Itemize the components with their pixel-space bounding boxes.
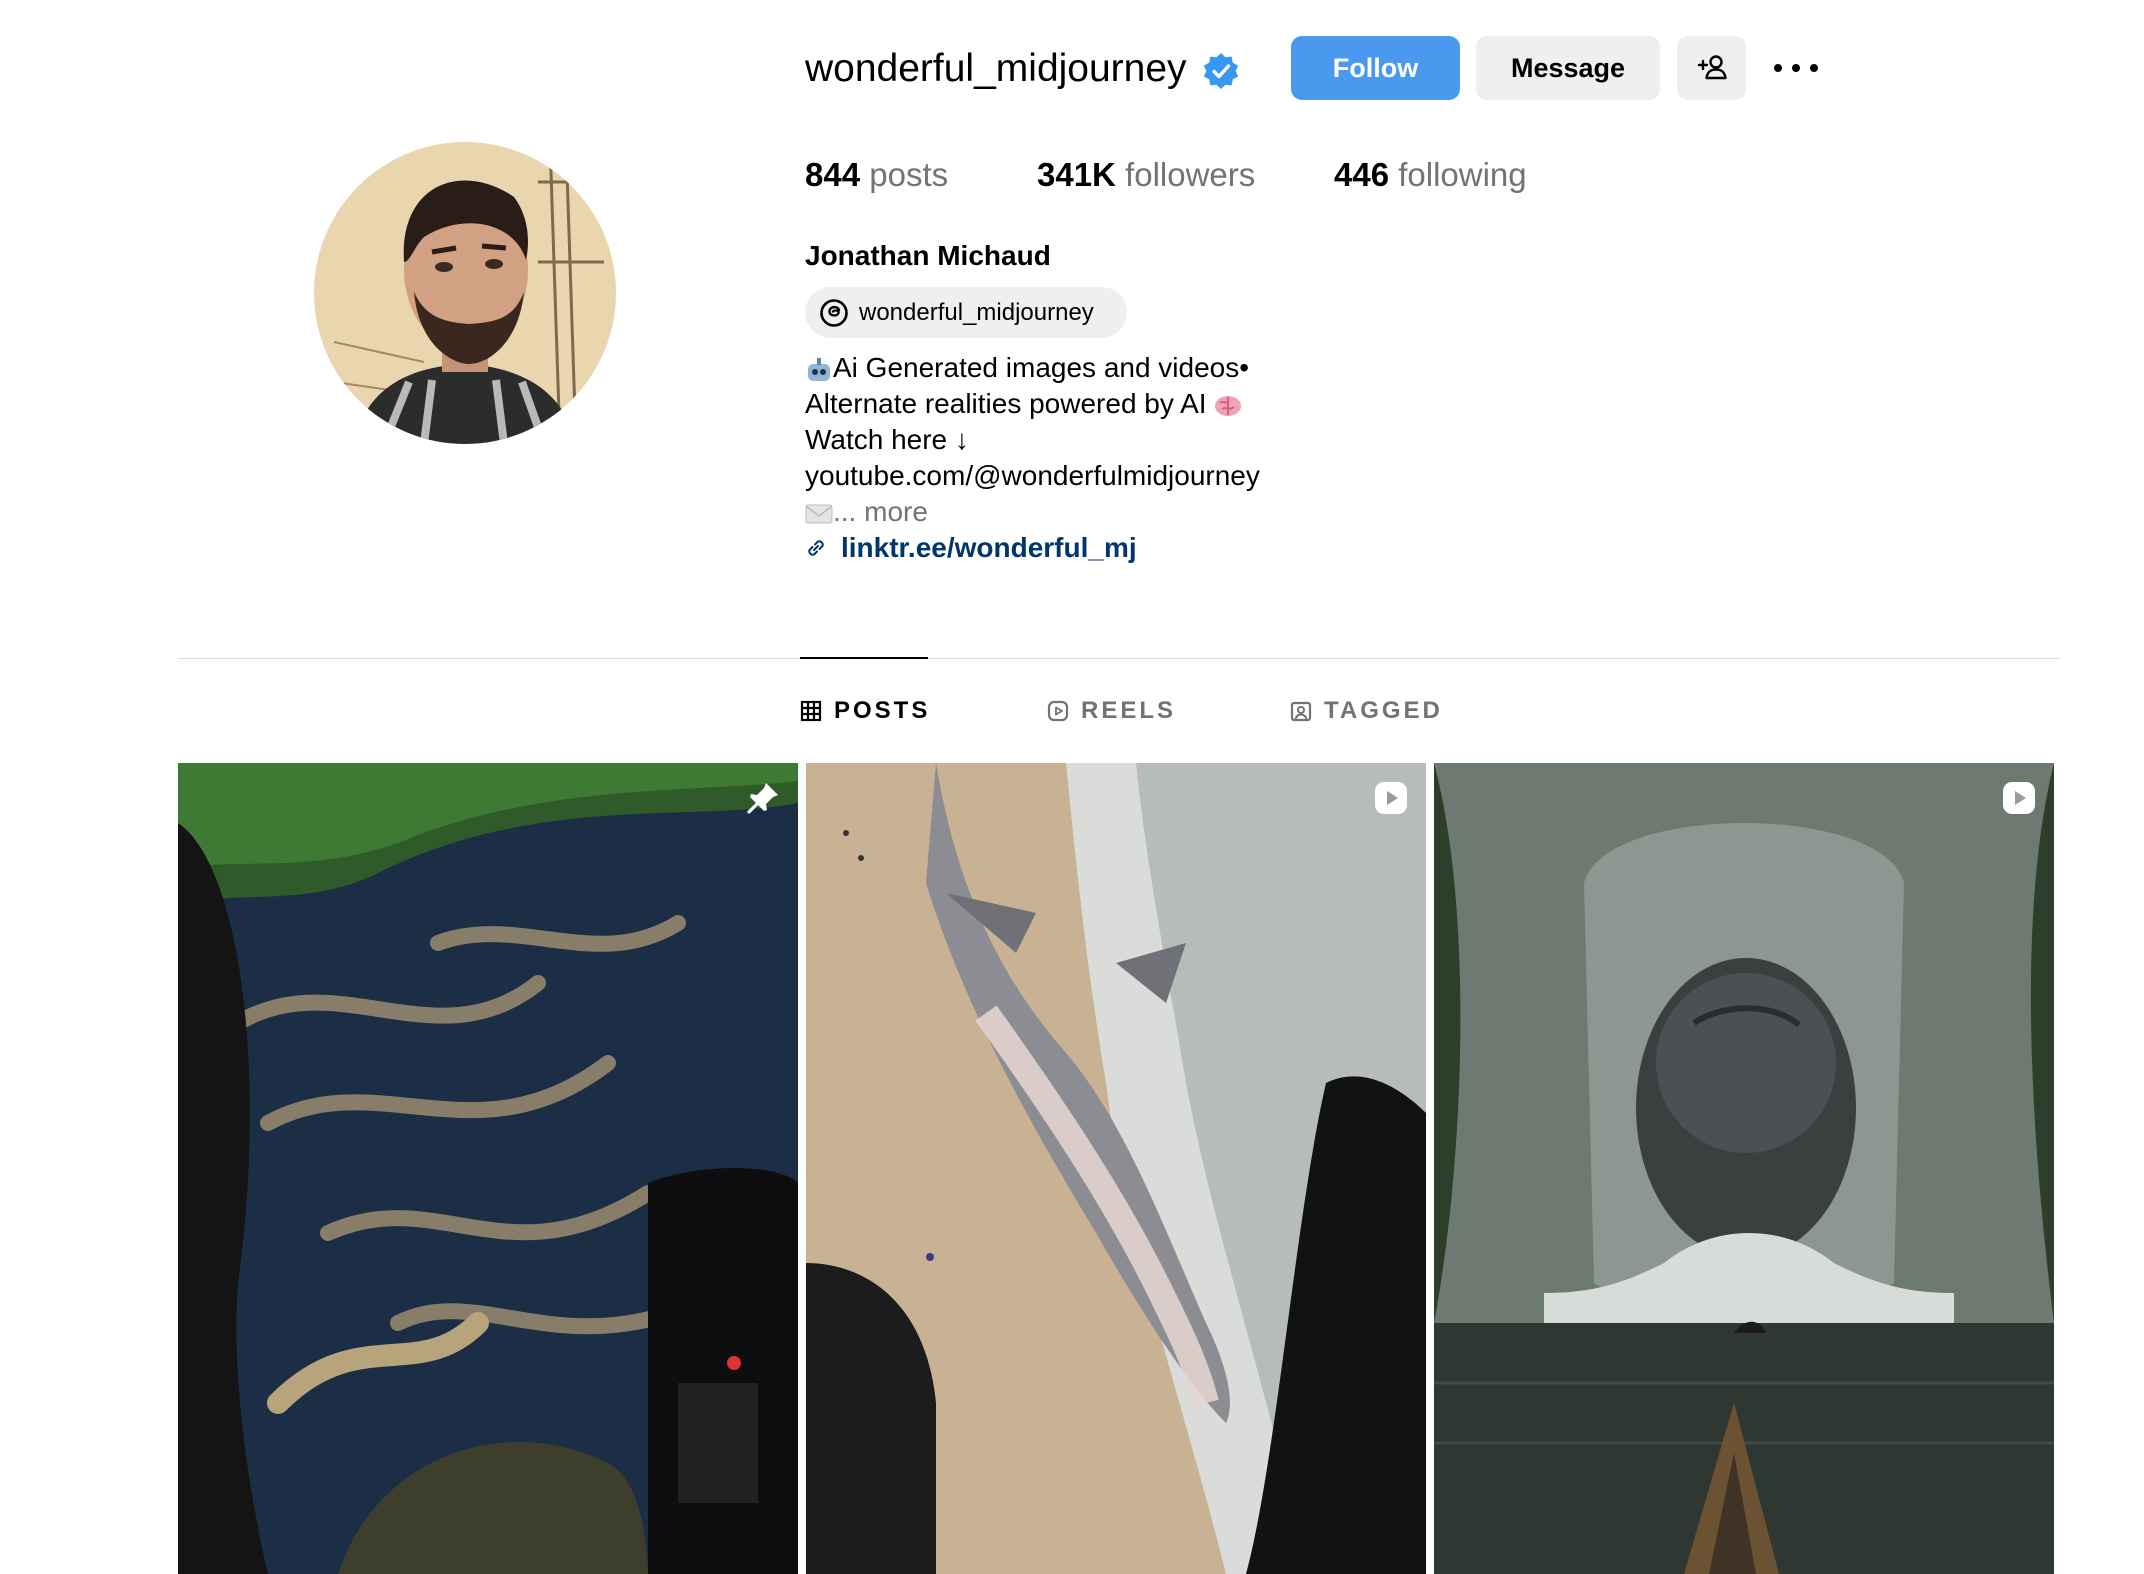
envelope-emoji-icon — [805, 504, 833, 524]
follow-button[interactable]: Follow — [1291, 36, 1460, 100]
post-tile[interactable] — [1434, 763, 2054, 1574]
post-tile[interactable] — [806, 763, 1426, 1574]
posts-stat: 844 posts — [805, 156, 949, 193]
tagged-icon — [1290, 701, 1312, 722]
external-link[interactable]: linktr.ee/wonderful_mj — [805, 532, 1137, 564]
message-button[interactable]: Message — [1476, 36, 1660, 100]
bio-line-2: Alternate realities powered by AI — [805, 388, 1242, 420]
bio-line-5: ... more — [805, 496, 928, 528]
full-name: Jonathan Michaud — [805, 240, 1051, 271]
tab-posts[interactable]: POSTS — [800, 697, 930, 725]
avatar-image — [314, 142, 616, 444]
username[interactable]: wonderful_midjourney — [805, 47, 1187, 91]
external-link-text: linktr.ee/wonderful_mj — [841, 532, 1137, 563]
following-stat[interactable]: 446 following — [1334, 156, 1527, 194]
followers-stat[interactable]: 341K followers — [1037, 156, 1255, 194]
tab-reels[interactable]: REELS — [1047, 697, 1176, 725]
avatar[interactable] — [314, 142, 616, 444]
bio-line-3: Watch here ↓ — [805, 424, 969, 455]
more-options-button[interactable] — [1766, 48, 1826, 88]
brain-emoji-icon — [1215, 395, 1242, 416]
add-user-icon — [1697, 55, 1727, 80]
post-tile[interactable] — [178, 763, 798, 1574]
link-icon — [808, 540, 824, 556]
more-icon — [1774, 64, 1818, 72]
bio-youtube-link[interactable]: youtube.com/@wonderfulmidjourney — [805, 460, 1260, 492]
post-image — [178, 763, 798, 1574]
tab-tagged-label: TAGGED — [1324, 697, 1443, 724]
robot-emoji-icon — [808, 357, 830, 381]
tab-posts-label: POSTS — [834, 697, 931, 724]
tabs-divider — [178, 658, 2060, 659]
more-link[interactable]: ... more — [833, 496, 928, 527]
threads-icon — [820, 298, 848, 327]
post-image — [1434, 763, 2054, 1574]
reel-icon — [2003, 782, 2035, 814]
suggest-similar-button[interactable] — [1677, 36, 1746, 100]
grid-icon — [800, 700, 822, 722]
tab-reels-label: REELS — [1081, 697, 1177, 724]
pin-icon — [747, 783, 778, 814]
profile-header: wonderful_midjourney — [805, 36, 1241, 101]
threads-badge[interactable]: wonderful_midjourney — [805, 287, 1127, 338]
reel-icon — [1375, 782, 1407, 814]
active-tab-indicator — [800, 657, 928, 659]
threads-handle: wonderful_midjourney — [859, 298, 1094, 326]
reels-icon — [1047, 700, 1069, 722]
verified-badge-icon — [1203, 52, 1238, 89]
tab-tagged[interactable]: TAGGED — [1290, 697, 1443, 725]
post-image — [806, 763, 1426, 1574]
bio-line-1: Ai Generated images and videos• — [805, 352, 1249, 384]
